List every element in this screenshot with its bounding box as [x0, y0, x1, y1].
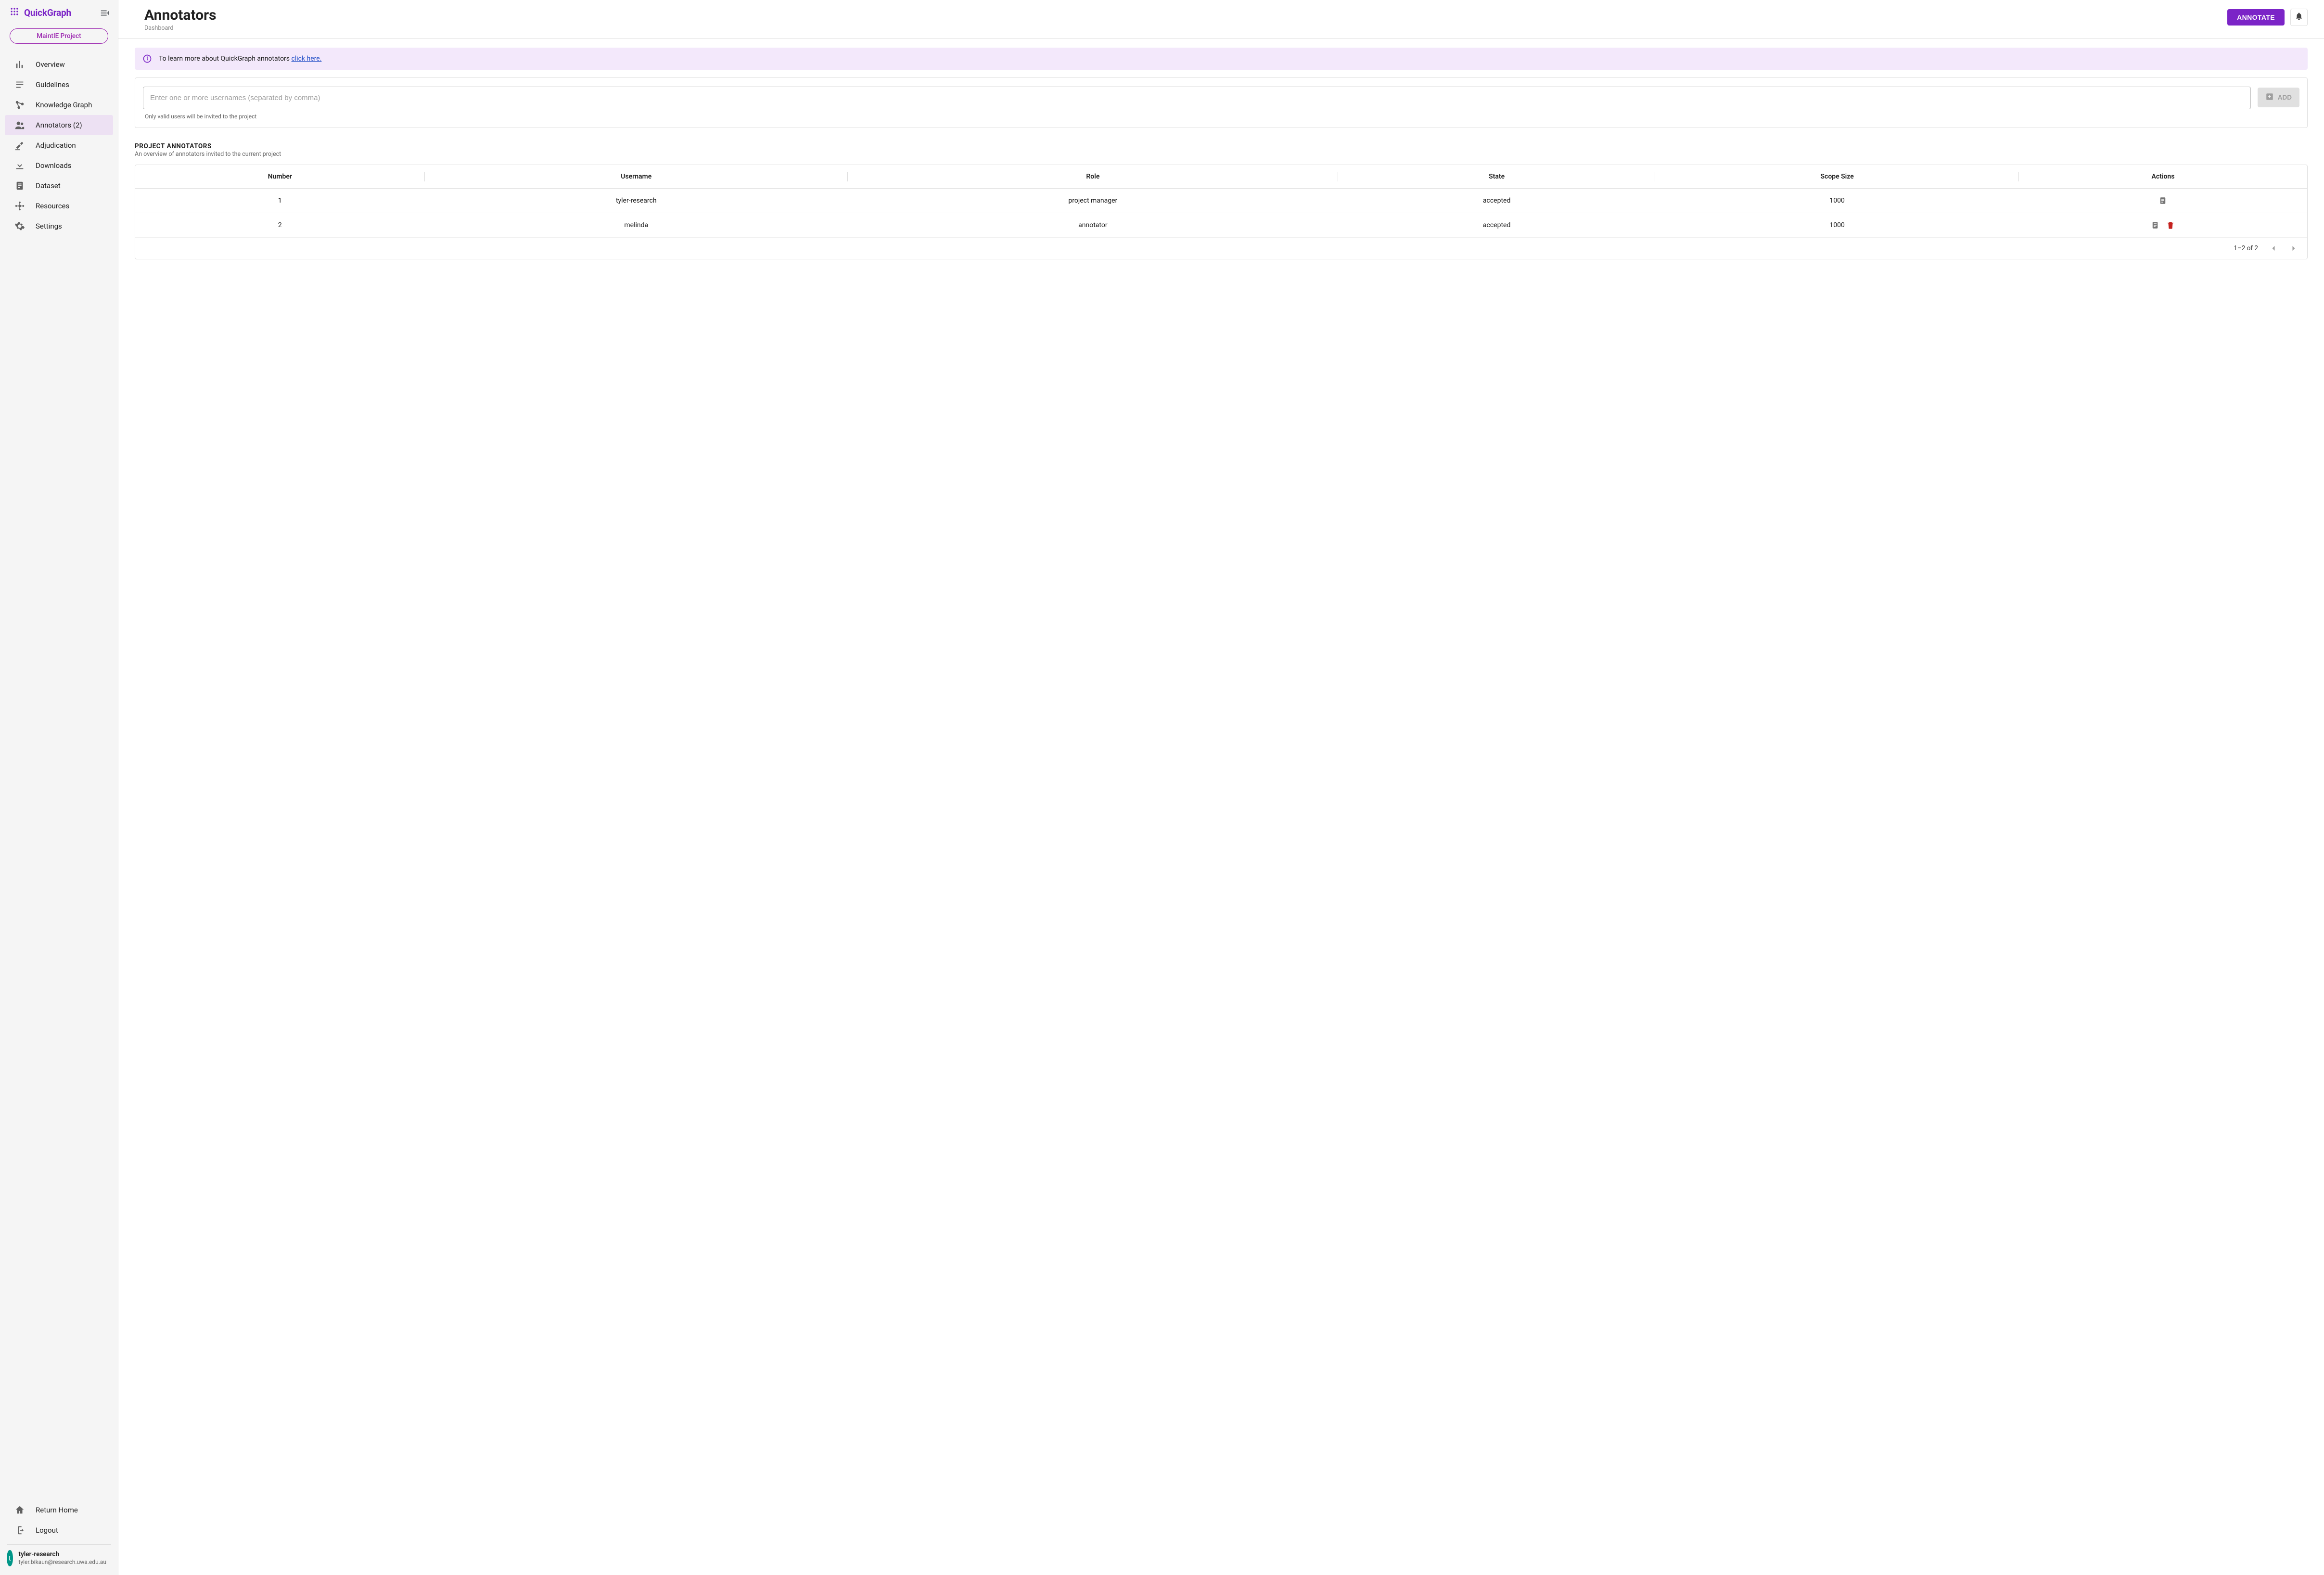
- graph-icon: [14, 100, 25, 110]
- sidebar-item-label: Annotators (2): [36, 121, 82, 129]
- user-email: tyler.bikaun@research.uwa.edu.au: [19, 1559, 106, 1566]
- user-name: tyler-research: [19, 1550, 106, 1559]
- view-details-icon[interactable]: [2151, 221, 2159, 230]
- sidebar-item-label: Adjudication: [36, 141, 76, 150]
- download-icon: [14, 160, 25, 171]
- brand[interactable]: QuickGraph: [10, 7, 71, 19]
- sidebar-item-label: Knowledge Graph: [36, 101, 92, 109]
- invite-helper-text: Only valid users will be invited to the …: [143, 113, 2299, 120]
- project-pill[interactable]: MaintIE Project: [10, 28, 108, 44]
- annotate-button[interactable]: ANNOTATE: [2227, 9, 2285, 26]
- info-icon: [142, 54, 152, 64]
- sidebar-item-settings[interactable]: Settings: [5, 216, 113, 236]
- col-number[interactable]: Number: [135, 165, 425, 189]
- invite-panel: ADD Only valid users will be invited to …: [135, 77, 2308, 128]
- sidebar-item-label: Guidelines: [36, 80, 69, 89]
- pager-prev-button[interactable]: [2269, 243, 2278, 253]
- sidebar-item-guidelines[interactable]: Guidelines: [5, 75, 113, 95]
- sidebar-item-label: Downloads: [36, 161, 72, 170]
- page-title: Annotators: [144, 7, 217, 24]
- cell-state: accepted: [1338, 189, 1655, 213]
- sidebar-item-label: Return Home: [36, 1506, 78, 1514]
- cell-actions: [2019, 189, 2307, 213]
- view-details-icon[interactable]: [2158, 196, 2167, 205]
- page-header: Annotators Dashboard ANNOTATE: [118, 0, 2324, 39]
- pager-range: 1–2 of 2: [2234, 244, 2258, 252]
- plus-icon: [2265, 92, 2274, 102]
- logout-icon: [14, 1525, 25, 1536]
- list-icon: [14, 79, 25, 90]
- sidebar-item-downloads[interactable]: Downloads: [5, 155, 113, 176]
- avatar: t: [7, 1550, 13, 1566]
- section-title: PROJECT ANNOTATORS: [135, 142, 2308, 150]
- sidebar-item-overview[interactable]: Overview: [5, 54, 113, 75]
- sidebar-item-label: Resources: [36, 202, 69, 210]
- cell-actions: [2019, 213, 2307, 237]
- col-username[interactable]: Username: [425, 165, 848, 189]
- brand-text: QuickGraph: [24, 7, 71, 18]
- sidebar-item-label: Dataset: [36, 181, 61, 190]
- col-scope-size[interactable]: Scope Size: [1655, 165, 2019, 189]
- sidebar-item-label: Settings: [36, 222, 62, 230]
- cell-username: tyler-research: [425, 189, 848, 213]
- cell-state: accepted: [1338, 213, 1655, 238]
- people-icon: [14, 120, 25, 130]
- cell-role: project manager: [848, 189, 1338, 213]
- cell-number: 1: [135, 189, 425, 213]
- cell-scope: 1000: [1655, 213, 2019, 238]
- home-icon: [14, 1505, 25, 1515]
- user-profile[interactable]: t tyler-research tyler.bikaun@research.u…: [7, 1545, 111, 1575]
- add-button[interactable]: ADD: [2258, 88, 2299, 107]
- sidebar-item-adjudication[interactable]: Adjudication: [5, 135, 113, 155]
- table-header-row: Number Username Role State Scope Size Ac…: [135, 165, 2307, 189]
- project-name: MaintIE Project: [37, 32, 81, 40]
- table-pager: 1–2 of 2: [135, 238, 2307, 259]
- document-icon: [14, 180, 25, 191]
- sidebar-collapse-button[interactable]: [100, 8, 110, 18]
- bell-icon: [2295, 12, 2303, 23]
- sidebar-item-knowledge-graph[interactable]: Knowledge Graph: [5, 95, 113, 115]
- cell-role: annotator: [848, 213, 1338, 238]
- col-actions: Actions: [2019, 165, 2307, 189]
- sidebar: QuickGraph MaintIE Project Overview Guid…: [0, 0, 118, 1575]
- info-link[interactable]: click here.: [292, 55, 322, 63]
- info-banner: To learn more about QuickGraph annotator…: [135, 48, 2308, 70]
- sidebar-item-logout[interactable]: Logout: [5, 1520, 113, 1540]
- apps-icon: [10, 7, 19, 19]
- sidebar-item-resources[interactable]: Resources: [5, 196, 113, 216]
- table-row: 2melindaannotatoraccepted1000: [135, 213, 2307, 238]
- table-row: 1tyler-researchproject manageraccepted10…: [135, 189, 2307, 213]
- sidebar-item-label: Logout: [36, 1526, 58, 1535]
- bar-chart-icon: [14, 59, 25, 70]
- cell-scope: 1000: [1655, 189, 2019, 213]
- breadcrumb[interactable]: Dashboard: [144, 25, 217, 32]
- sidebar-item-return-home[interactable]: Return Home: [5, 1500, 113, 1520]
- cell-username: melinda: [425, 213, 848, 238]
- col-role[interactable]: Role: [848, 165, 1338, 189]
- network-icon: [14, 201, 25, 211]
- section-subtitle: An overview of annotators invited to the…: [135, 151, 2308, 158]
- sidebar-item-dataset[interactable]: Dataset: [5, 176, 113, 196]
- sidebar-item-annotators[interactable]: Annotators (2): [5, 115, 113, 135]
- info-text: To learn more about QuickGraph annotator…: [159, 55, 321, 63]
- sidebar-nav: Overview Guidelines Knowledge Graph Anno…: [0, 46, 118, 1495]
- invite-usernames-input[interactable]: [143, 87, 2251, 109]
- delete-icon[interactable]: [2166, 221, 2175, 230]
- sidebar-item-label: Overview: [36, 60, 65, 69]
- pager-next-button[interactable]: [2289, 243, 2298, 253]
- gavel-icon: [14, 140, 25, 151]
- annotators-table: Number Username Role State Scope Size Ac…: [135, 165, 2308, 259]
- gear-icon: [14, 221, 25, 231]
- cell-number: 2: [135, 213, 425, 238]
- notifications-button[interactable]: [2290, 9, 2308, 26]
- col-state[interactable]: State: [1338, 165, 1655, 189]
